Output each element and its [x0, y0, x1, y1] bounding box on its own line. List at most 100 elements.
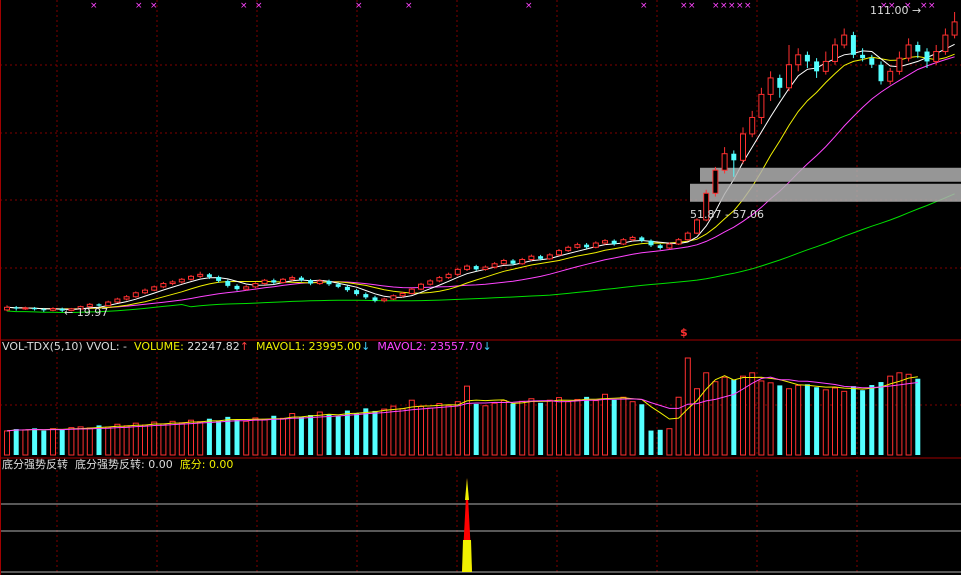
candle-body-down [271, 280, 277, 283]
top-x-mark: × [255, 1, 263, 11]
candle-body-up [546, 254, 553, 260]
volume-bar-up [436, 403, 443, 456]
volume-bar-up [574, 398, 581, 456]
candle-body-down [869, 58, 875, 65]
volume-bar-up [261, 419, 268, 456]
candle-body-up [841, 34, 848, 46]
volume-bar-up [464, 385, 470, 456]
volume-bar-up [289, 413, 296, 456]
candle-body-down [308, 280, 314, 284]
signal-marker: $ [680, 326, 688, 339]
price-range-overlay [690, 167, 961, 202]
volume-bar-down [96, 425, 102, 455]
candle-body-down [924, 51, 930, 62]
candle-body-up [427, 280, 434, 285]
candle-body-down [648, 240, 654, 246]
volume-bar-up [252, 417, 259, 456]
candle-body-down [777, 77, 783, 88]
candle-body-up [316, 280, 323, 285]
candle-body-up [684, 232, 691, 241]
mavol1-label: MAVOL1: [256, 340, 306, 353]
volume-bar-down [206, 418, 212, 455]
volume-bar-up [528, 398, 535, 456]
volume-bar-down [804, 384, 810, 455]
stock-chart: × × × × × × × × × × × × × × × × × × × × × [0, 0, 961, 575]
candle-body-up [280, 278, 286, 284]
dif-label: 底分: [179, 458, 206, 471]
volume-bar-down [814, 387, 820, 455]
candle-body-up [822, 60, 829, 72]
resistance-band [700, 167, 961, 182]
candle-body-up [289, 277, 296, 280]
candle-body-up [151, 286, 158, 291]
volume-bar-up [178, 422, 185, 456]
candle-body-up [22, 307, 29, 310]
volume-header: VOL-TDX(5,10) VVOL: - VOLUME: 22247.82↑ … [2, 340, 492, 354]
volume-bar-up [482, 405, 489, 456]
volume-bar-up [4, 430, 10, 456]
volume-bar-up [749, 372, 756, 456]
candle-body-up [132, 292, 139, 298]
top-x-mark: × [736, 1, 744, 11]
indicator-name[interactable]: 底分强势反转 [2, 458, 68, 471]
volume-bar-up [399, 408, 406, 456]
top-x-mark: × [525, 1, 533, 11]
volume-bar-up [721, 376, 728, 456]
candle-body-down [510, 260, 516, 264]
volume-bar-up [491, 402, 498, 456]
volume-bar-up [556, 397, 562, 456]
volume-bar-up [786, 388, 792, 456]
candle-body-up [620, 239, 627, 245]
volume-bar-down [860, 390, 866, 455]
indicator-header: 底分强势反转 底分强势反转: 0.00 底分: 0.00 [2, 458, 233, 472]
volume-bar-up [500, 400, 507, 456]
candle-body-up [951, 21, 958, 36]
chart-grid [0, 0, 961, 575]
candle-body-down [234, 285, 240, 290]
high-price-label: 111.00 → [870, 4, 922, 17]
candle-body-up [464, 265, 470, 270]
candle-body-up [188, 275, 194, 280]
indicator-spike-yellow [462, 540, 472, 572]
candlesticks [4, 12, 958, 312]
candle-body-down [804, 54, 810, 62]
candle-body-down [298, 277, 304, 281]
candle-body-up [933, 51, 940, 62]
candle-body-up [556, 250, 562, 256]
volume-bar-up [602, 393, 608, 456]
candle-body-up [500, 259, 507, 265]
candle-body-up [712, 169, 719, 194]
candle-body-up [721, 153, 728, 171]
volume-bar-up [197, 421, 204, 456]
candle-body-up [197, 273, 204, 277]
volume-bar-down [59, 429, 65, 455]
candle-body-down [860, 54, 866, 59]
top-x-mark: × [720, 1, 728, 11]
candle-body-down [32, 307, 38, 310]
candle-body-up [160, 283, 167, 288]
top-x-mark: × [680, 1, 688, 11]
volume-bar-down [225, 416, 231, 455]
volume-bar-up [280, 417, 286, 456]
volume-indicator-name[interactable]: VOL-TDX(5,10) [2, 340, 83, 353]
volume-bar-up [887, 375, 894, 456]
top-x-mark: × [712, 1, 720, 11]
candle-body-down [731, 153, 737, 161]
volume-bar-up [620, 396, 627, 456]
candle-body-up [445, 273, 452, 279]
volume-bar-down [234, 419, 240, 455]
candle-body-down [814, 61, 820, 72]
volume-bar-down [372, 410, 378, 455]
volume-bar-up [565, 401, 572, 456]
volume-bar-down [731, 379, 737, 455]
mavol2-value: 23557.70 [430, 340, 483, 353]
candle-body-up [740, 133, 746, 161]
volume-bar-down [32, 428, 38, 455]
volume-bar-up [832, 387, 838, 456]
bottom-indicator [462, 478, 472, 572]
top-x-mark: × [640, 1, 648, 11]
volume-bar-up [243, 420, 250, 456]
volume-bar-down [777, 385, 783, 455]
candle-body-down [538, 256, 544, 259]
volume-bar-down [473, 403, 479, 455]
